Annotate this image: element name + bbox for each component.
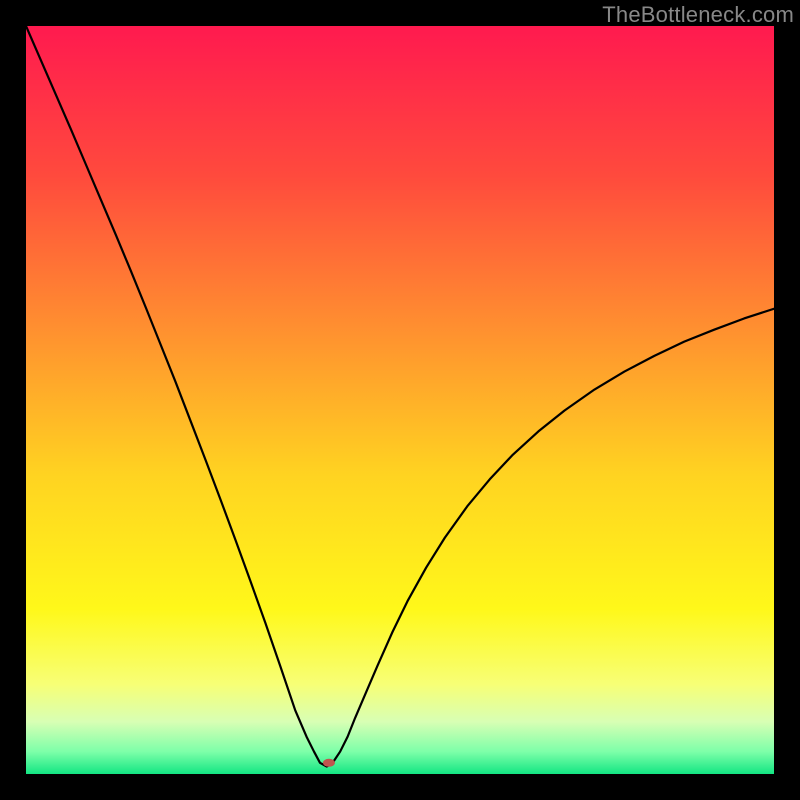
chart-frame [26,26,774,774]
chart-svg [26,26,774,774]
watermark-text: TheBottleneck.com [602,2,794,28]
minimum-marker [323,759,335,767]
chart-background [26,26,774,774]
